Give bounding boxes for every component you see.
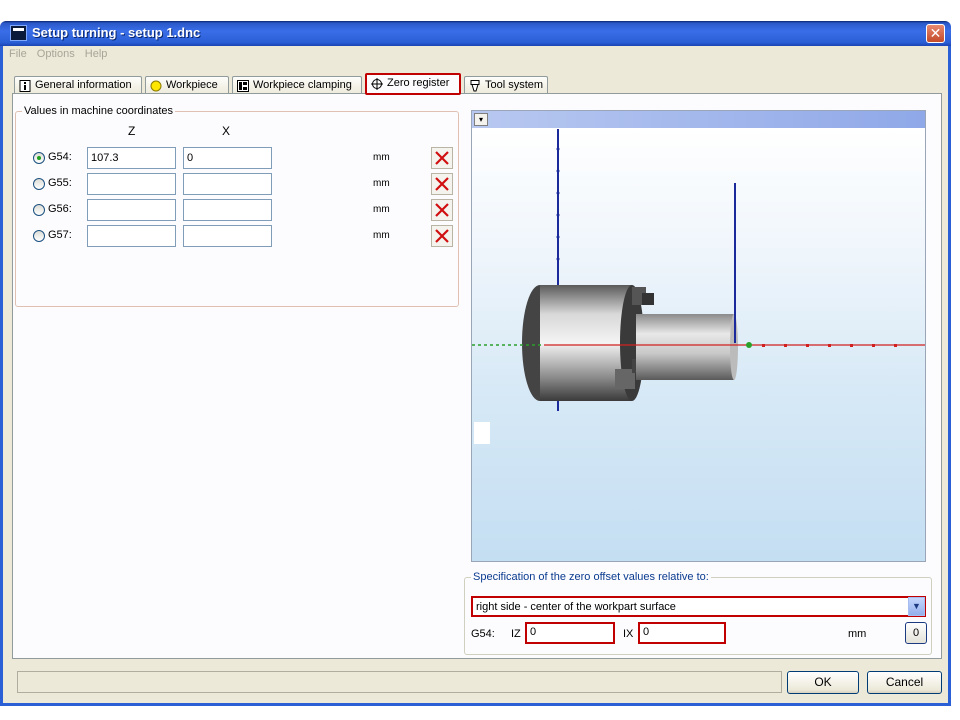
menu-help[interactable]: Help bbox=[85, 48, 108, 60]
menu-file[interactable]: File bbox=[9, 48, 27, 60]
reset-zero-button[interactable]: 0 bbox=[905, 622, 927, 644]
delete-x-icon bbox=[435, 203, 449, 217]
radio-g55[interactable] bbox=[33, 178, 45, 190]
tab-label: Tool system bbox=[485, 79, 544, 91]
delete-g54-button[interactable] bbox=[431, 147, 453, 169]
ok-button[interactable]: OK bbox=[787, 671, 859, 694]
chevron-down-icon[interactable]: ▼ bbox=[908, 597, 925, 616]
delete-g56-button[interactable] bbox=[431, 199, 453, 221]
tab-zero-register[interactable]: Zero register bbox=[365, 73, 461, 95]
row-label: G56: bbox=[48, 203, 72, 215]
delete-g55-button[interactable] bbox=[431, 173, 453, 195]
column-header-x: X bbox=[222, 124, 231, 138]
tab-label: Zero register bbox=[387, 77, 450, 89]
g57-z-input[interactable] bbox=[87, 225, 176, 247]
status-bar bbox=[17, 671, 782, 693]
ix-label: IX bbox=[623, 628, 634, 640]
reference-select-value: right side - center of the workpart surf… bbox=[476, 601, 676, 613]
radio-g57[interactable] bbox=[33, 230, 45, 242]
tab-label: Workpiece clamping bbox=[253, 79, 352, 91]
zero-point-marker bbox=[746, 342, 752, 348]
menu-bar: File Options Help bbox=[9, 48, 114, 62]
group-caption: Values in machine coordinates bbox=[22, 105, 175, 117]
tab-label: General information bbox=[35, 79, 132, 91]
reference-select[interactable]: right side - center of the workpart surf… bbox=[471, 596, 926, 617]
crosshair-icon bbox=[371, 78, 383, 90]
unit-label: mm bbox=[373, 204, 390, 215]
row-label: G57: bbox=[48, 229, 72, 241]
ix-input[interactable]: 0 bbox=[638, 622, 726, 644]
iz-label: IZ bbox=[511, 628, 521, 640]
g56-z-input[interactable] bbox=[87, 199, 176, 221]
unit-label: mm bbox=[373, 178, 390, 189]
g54-z-input[interactable] bbox=[87, 147, 176, 169]
window-title: Setup turning - setup 1.dnc bbox=[32, 25, 201, 40]
g54-x-input[interactable] bbox=[183, 147, 272, 169]
radio-g56[interactable] bbox=[33, 204, 45, 216]
clamping-icon bbox=[237, 80, 249, 92]
menu-options[interactable]: Options bbox=[37, 48, 75, 60]
row-label: G54: bbox=[48, 151, 72, 163]
spec-g54-label: G54: bbox=[471, 628, 495, 640]
g55-x-input[interactable] bbox=[183, 173, 272, 195]
iz-input[interactable]: 0 bbox=[525, 622, 615, 644]
delete-x-icon bbox=[435, 151, 449, 165]
spec-unit: mm bbox=[848, 628, 867, 640]
tab-label: Workpiece bbox=[166, 79, 218, 91]
radio-g54[interactable] bbox=[33, 152, 45, 164]
close-button[interactable]: ✕ bbox=[926, 24, 945, 43]
view-dropdown-button[interactable]: ▾ bbox=[474, 113, 488, 126]
g56-x-input[interactable] bbox=[183, 199, 272, 221]
workpiece-circle-icon bbox=[150, 80, 162, 92]
column-header-z: Z bbox=[128, 124, 136, 138]
workpiece-bar bbox=[636, 314, 734, 380]
unit-label: mm bbox=[373, 152, 390, 163]
row-label: G55: bbox=[48, 177, 72, 189]
spec-caption: Specification of the zero offset values … bbox=[471, 571, 711, 583]
lathe-scene bbox=[472, 129, 925, 444]
delete-x-icon bbox=[435, 177, 449, 191]
g55-z-input[interactable] bbox=[87, 173, 176, 195]
app-icon bbox=[10, 25, 27, 41]
cancel-button[interactable]: Cancel bbox=[867, 671, 942, 694]
delete-x-icon bbox=[435, 229, 449, 243]
info-icon bbox=[19, 80, 31, 92]
unit-label: mm bbox=[373, 230, 390, 241]
tool-holder-icon bbox=[470, 80, 480, 92]
g57-x-input[interactable] bbox=[183, 225, 272, 247]
3d-viewport[interactable]: ▾ bbox=[471, 110, 926, 562]
delete-g57-button[interactable] bbox=[431, 225, 453, 247]
viewport-widget bbox=[474, 422, 490, 444]
title-bar[interactable]: Setup turning - setup 1.dnc ✕ bbox=[0, 21, 951, 46]
